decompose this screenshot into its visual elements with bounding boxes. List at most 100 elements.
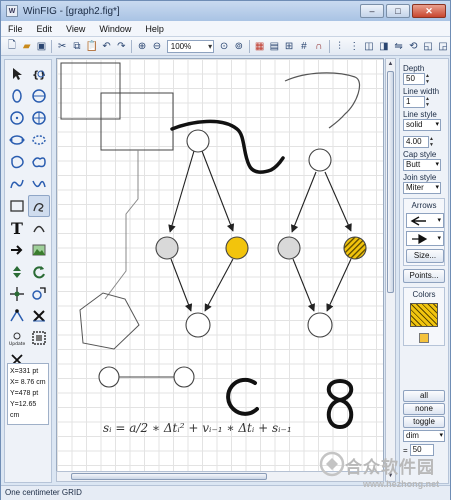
group-icon[interactable]: ◫ [362, 39, 376, 53]
menu-view[interactable]: View [59, 24, 92, 34]
new-file-icon[interactable]: 🗋 [5, 39, 19, 53]
zoom-out-icon[interactable]: ⊖ [150, 39, 164, 53]
maximize-button[interactable]: □ [386, 4, 410, 18]
align-icon[interactable]: ⫶ [333, 39, 347, 53]
depth-spinner[interactable]: ▲ ▼ [425, 73, 431, 85]
flip-vertical-icon[interactable] [6, 261, 28, 283]
text-tool-icon[interactable]: T [6, 217, 28, 239]
arrow-size-button[interactable]: Size... [406, 249, 444, 263]
save-icon[interactable]: ▣ [35, 39, 49, 53]
front-icon[interactable]: ◱ [421, 39, 435, 53]
open-spline-icon[interactable] [6, 173, 28, 195]
layers-icon[interactable]: ▤ [267, 39, 281, 53]
circle-radius-icon[interactable] [28, 85, 50, 107]
close-button[interactable]: ✕ [412, 4, 446, 18]
node-circle[interactable] [308, 148, 332, 172]
points-button[interactable]: Points... [403, 269, 445, 283]
node-circle-yellow[interactable] [225, 236, 249, 260]
fill-color-swatch[interactable] [410, 303, 438, 327]
menu-help[interactable]: Help [138, 24, 171, 34]
cap-style-select[interactable]: Butt [403, 159, 441, 171]
rotate-tool-icon[interactable] [28, 261, 50, 283]
zoom-page-icon[interactable]: ⊚ [232, 39, 246, 53]
select-all-button[interactable]: all [403, 390, 445, 402]
horizontal-scroll-thumb[interactable] [71, 473, 267, 480]
add-point-icon[interactable] [6, 305, 28, 327]
node-circle-grey[interactable] [155, 236, 179, 260]
arrow-end-select[interactable] [406, 231, 444, 246]
selection-filter-select[interactable]: dim [403, 430, 445, 442]
select-none-button[interactable]: none [403, 403, 445, 415]
scroll-up-icon[interactable]: ▲ [386, 59, 395, 69]
freehand-icon[interactable] [28, 195, 50, 217]
figure-eight-shape[interactable] [326, 378, 354, 430]
arc-icon[interactable] [28, 217, 50, 239]
open-spline-alt-icon[interactable] [28, 173, 50, 195]
arc-shape[interactable] [226, 377, 259, 416]
node-circle[interactable] [186, 129, 210, 153]
update-tool-icon[interactable]: Update [6, 327, 28, 349]
menu-window[interactable]: Window [92, 24, 138, 34]
minimize-button[interactable]: – [360, 4, 384, 18]
zoom-fit-icon[interactable]: ⊙ [217, 39, 231, 53]
copy-icon[interactable]: ⧉ [70, 39, 84, 53]
circle-cross-icon[interactable] [28, 107, 50, 129]
distribute-icon[interactable]: ⋮ [347, 39, 361, 53]
rectangle-icon[interactable] [6, 195, 28, 217]
closed-spline-alt-icon[interactable] [28, 151, 50, 173]
ellipse-points-icon[interactable] [6, 129, 28, 151]
dash-length-input[interactable]: 4.00 [403, 136, 429, 148]
undo-icon[interactable]: ↶ [100, 39, 114, 53]
pen-color-swatch[interactable] [419, 333, 429, 343]
closed-spline-icon[interactable] [6, 151, 28, 173]
rotate-icon[interactable]: ⟲ [406, 39, 420, 53]
node-circle[interactable] [185, 312, 211, 338]
vertical-scrollbar[interactable]: ▲ ▼ [385, 58, 396, 482]
move-arrow-icon[interactable] [6, 239, 28, 261]
magnet-icon[interactable]: ∩ [312, 39, 326, 53]
polyline-connector[interactable] [104, 150, 139, 300]
toggle-selection-button[interactable]: toggle [403, 416, 445, 428]
dash-length-spinner[interactable]: ▲ ▼ [429, 136, 435, 148]
compound-icon[interactable]: {} [28, 63, 50, 85]
flip-icon[interactable]: ⇋ [392, 39, 406, 53]
circle-diameter-icon[interactable] [6, 107, 28, 129]
node-circle-grey[interactable] [277, 236, 301, 260]
join-style-select[interactable]: Miter [403, 182, 441, 194]
ungroup-icon[interactable]: ◨ [377, 39, 391, 53]
node-circle[interactable] [173, 366, 195, 388]
cut-icon[interactable]: ✂ [55, 39, 69, 53]
line-style-select[interactable]: solid [403, 119, 441, 131]
menu-edit[interactable]: Edit [30, 24, 60, 34]
depth-input[interactable]: 50 [403, 73, 425, 85]
freehand-curve[interactable] [284, 72, 360, 129]
ellipse-radius-icon[interactable] [6, 85, 28, 107]
delete-point-icon[interactable] [28, 305, 50, 327]
menu-file[interactable]: File [1, 24, 30, 34]
rectangle-shape[interactable] [100, 92, 174, 151]
arrow-start-select[interactable] [406, 213, 444, 228]
pentagon-shape[interactable] [79, 292, 140, 350]
rectangle-shape[interactable] [60, 62, 121, 120]
line-width-input[interactable]: 1 [403, 96, 425, 108]
color-palette-icon[interactable]: ▦ [253, 39, 267, 53]
vertical-scroll-thumb[interactable] [387, 71, 394, 293]
back-icon[interactable]: ◲ [436, 39, 450, 53]
zoom-select[interactable]: 100% [166, 39, 215, 53]
grid-large-icon[interactable]: # [297, 39, 311, 53]
move-point-icon[interactable] [6, 283, 28, 305]
grid-small-icon[interactable]: ⊞ [282, 39, 296, 53]
zoom-in-icon[interactable]: ⊕ [135, 39, 149, 53]
node-circle-hatched[interactable] [343, 236, 367, 260]
formula-text[interactable]: sᵢ = a/2 ∗ Δtᵢ² + vᵢ₋₁ ∗ Δtᵢ + sᵢ₋₁ [103, 421, 292, 435]
node-circle[interactable] [307, 312, 333, 338]
copy-object-icon[interactable] [28, 283, 50, 305]
node-circle[interactable] [98, 366, 120, 388]
ellipse-dashed-icon[interactable] [28, 129, 50, 151]
line-width-spinner[interactable]: ▲ ▼ [425, 96, 431, 108]
select-arrow-icon[interactable] [6, 63, 28, 85]
picture-icon[interactable] [28, 239, 50, 261]
edit-object-icon[interactable] [28, 327, 50, 349]
open-folder-icon[interactable]: ▰ [20, 39, 34, 53]
paste-icon[interactable]: 📋 [85, 39, 99, 53]
